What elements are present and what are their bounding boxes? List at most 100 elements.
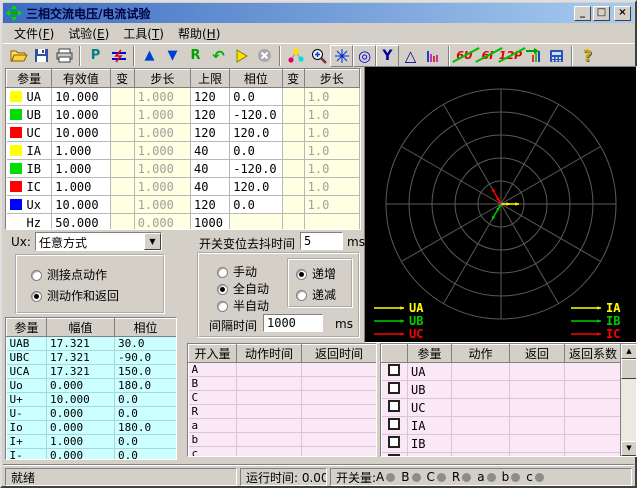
phase-mode-icon[interactable]: P: [84, 45, 107, 67]
var-cell[interactable]: [110, 88, 134, 106]
var2-cell[interactable]: [282, 124, 304, 142]
maximize-icon[interactable]: □: [593, 6, 610, 21]
var2-cell[interactable]: [282, 106, 304, 124]
scroll-up-icon[interactable]: ▲: [621, 344, 637, 359]
menu-item[interactable]: 文件(F): [7, 24, 61, 43]
print-button[interactable]: [53, 45, 76, 67]
six-voltage-icon[interactable]: 6U: [453, 45, 476, 67]
minimize-icon[interactable]: _: [574, 6, 591, 21]
open-file-button[interactable]: [7, 45, 30, 67]
checkbox-icon[interactable]: [388, 400, 400, 412]
decrease-icon[interactable]: ▼: [161, 45, 184, 67]
phase-cell[interactable]: 0.0: [230, 196, 282, 214]
rms-value-cell[interactable]: 1.000: [52, 142, 110, 160]
step-cell[interactable]: 0.000: [134, 214, 190, 231]
debounce-input[interactable]: [300, 232, 343, 250]
save-button[interactable]: [30, 45, 53, 67]
checkbox-icon[interactable]: [388, 382, 400, 394]
rms-value-cell[interactable]: 10.000: [52, 196, 110, 214]
checkbox-icon[interactable]: [388, 418, 400, 430]
rms-value-cell[interactable]: 10.000: [52, 88, 110, 106]
phase-step-cell[interactable]: 1.0: [304, 178, 359, 196]
phase-step-cell[interactable]: 1.0: [304, 106, 359, 124]
limit-cell[interactable]: 120: [191, 106, 230, 124]
row-checkbox[interactable]: [382, 453, 408, 458]
phase-cell[interactable]: -120.0: [230, 160, 282, 178]
row-checkbox[interactable]: [382, 417, 408, 435]
row-checkbox[interactable]: [382, 381, 408, 399]
radio-decrement[interactable]: 递减: [296, 286, 336, 303]
step-cell[interactable]: 1.000: [134, 88, 190, 106]
close-icon[interactable]: ×: [614, 6, 631, 21]
var-cell[interactable]: [110, 178, 134, 196]
step-cell[interactable]: 1.000: [134, 160, 190, 178]
phase-step-cell[interactable]: 1.0: [304, 196, 359, 214]
rms-value-cell[interactable]: 1.000: [52, 178, 110, 196]
radio-icon[interactable]: [296, 290, 307, 301]
connection-icon[interactable]: [284, 45, 307, 67]
phase-step-cell[interactable]: 1.0: [304, 88, 359, 106]
row-checkbox[interactable]: [382, 399, 408, 417]
limit-cell[interactable]: 120: [191, 124, 230, 142]
limit-cell[interactable]: 40: [191, 178, 230, 196]
menu-item[interactable]: 帮助(H): [171, 24, 227, 43]
limit-cell[interactable]: 40: [191, 160, 230, 178]
var-cell[interactable]: [110, 142, 134, 160]
reset-icon[interactable]: R: [184, 45, 207, 67]
var-cell[interactable]: [110, 124, 134, 142]
step-cell[interactable]: 1.000: [134, 196, 190, 214]
radio-icon[interactable]: [31, 270, 42, 281]
limit-cell[interactable]: 120: [191, 196, 230, 214]
rms-value-cell[interactable]: 50.000: [52, 214, 110, 231]
radio-icon[interactable]: [31, 291, 42, 302]
scroll-thumb[interactable]: [621, 359, 637, 379]
var2-cell[interactable]: [282, 160, 304, 178]
limit-cell[interactable]: 1000: [191, 214, 230, 231]
radio-manual[interactable]: 手动: [217, 263, 257, 280]
phase-step-cell[interactable]: 1.0: [304, 160, 359, 178]
twelve-phase-icon[interactable]: 12P: [499, 45, 522, 67]
phase-step-cell[interactable]: 1.0: [304, 124, 359, 142]
row-checkbox[interactable]: [382, 363, 408, 381]
scroll-down-icon[interactable]: ▼: [621, 441, 637, 456]
var2-cell[interactable]: [282, 178, 304, 196]
limit-cell[interactable]: 40: [191, 142, 230, 160]
phase-cell[interactable]: -120.0: [230, 106, 282, 124]
rms-value-cell[interactable]: 10.000: [52, 124, 110, 142]
chevron-down-icon[interactable]: ▼: [144, 233, 161, 250]
step-cell[interactable]: 1.000: [134, 124, 190, 142]
var2-cell[interactable]: [282, 196, 304, 214]
step-cell[interactable]: 1.000: [134, 106, 190, 124]
phase-step-cell[interactable]: [304, 214, 359, 231]
radio-contact-action[interactable]: 测接点动作: [31, 266, 107, 283]
calculator-icon[interactable]: [545, 45, 568, 67]
radio-icon[interactable]: [217, 267, 228, 278]
radio-icon[interactable]: [217, 284, 228, 295]
radio-action-return[interactable]: 测动作和返回: [31, 287, 119, 304]
ux-mode-select[interactable]: 任意方式 ▼: [35, 232, 162, 251]
stop-test-icon[interactable]: [253, 45, 276, 67]
six-current-icon[interactable]: 6I: [476, 45, 499, 67]
wye-connection-icon[interactable]: Y: [376, 45, 399, 67]
fault-trigger-icon[interactable]: [107, 45, 130, 67]
checkbox-icon[interactable]: [388, 454, 400, 457]
impedance-circle-icon[interactable]: ◎: [353, 45, 376, 67]
phase-cell[interactable]: 120.0: [230, 178, 282, 196]
var-cell[interactable]: [110, 214, 134, 231]
menu-item[interactable]: 试验(E): [61, 24, 116, 43]
menu-item[interactable]: 工具(T): [116, 24, 171, 43]
zoom-icon[interactable]: [307, 45, 330, 67]
var-cell[interactable]: [110, 160, 134, 178]
var-cell[interactable]: [110, 196, 134, 214]
radio-icon[interactable]: [217, 301, 228, 312]
var2-cell[interactable]: [282, 88, 304, 106]
rms-value-cell[interactable]: 1.000: [52, 160, 110, 178]
limit-cell[interactable]: 120: [191, 88, 230, 106]
help-icon[interactable]: ?: [576, 45, 599, 67]
phase-step-cell[interactable]: 1.0: [304, 142, 359, 160]
phase-cell[interactable]: 0.0: [230, 88, 282, 106]
phase-cell[interactable]: [230, 214, 282, 231]
action-table-scrollbar[interactable]: ▲ ▼: [620, 344, 636, 456]
interval-input[interactable]: [263, 314, 323, 332]
start-test-icon[interactable]: [230, 45, 253, 67]
